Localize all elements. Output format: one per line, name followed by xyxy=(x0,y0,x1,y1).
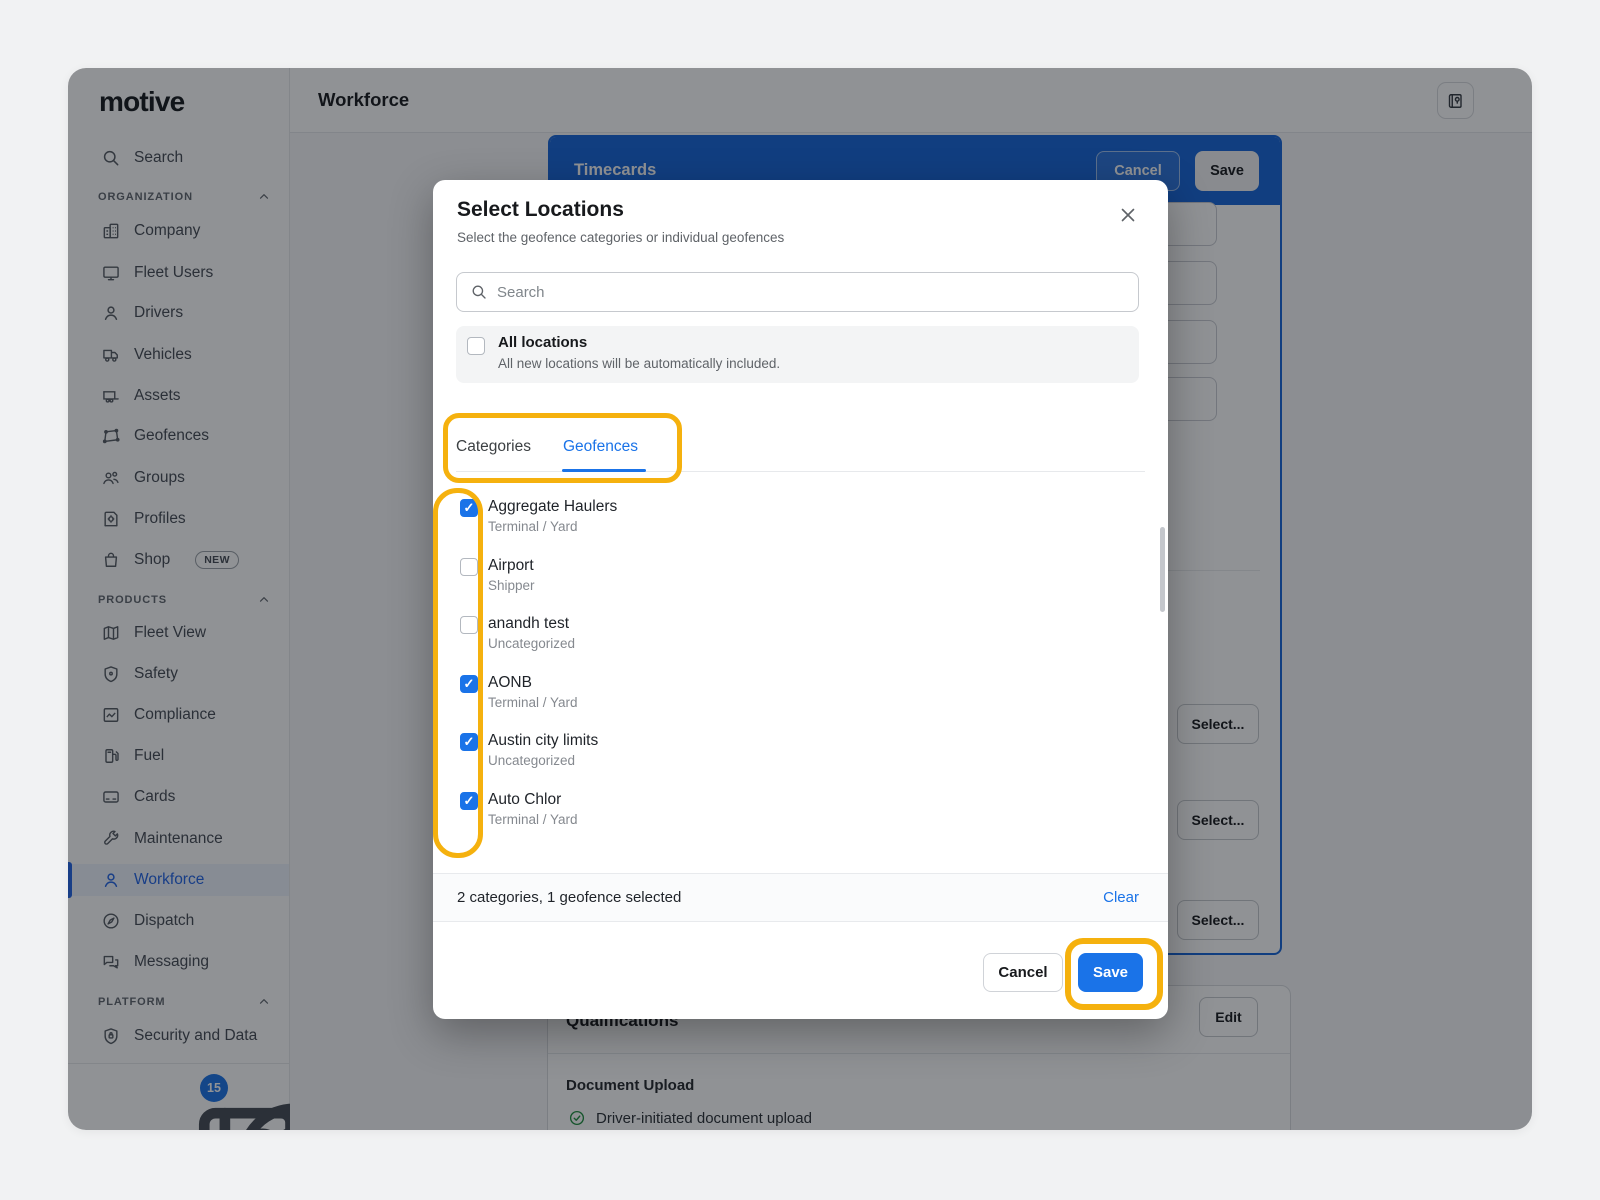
modal-title: Select Locations xyxy=(457,198,624,222)
modal-subtitle: Select the geofence categories or indivi… xyxy=(457,230,784,245)
geofence-category: Terminal / Yard xyxy=(488,812,578,827)
geofence-row[interactable]: ✓ Aggregate Haulers Terminal / Yard xyxy=(433,498,1133,546)
modal-list-scrollbar[interactable] xyxy=(1160,527,1165,612)
geofence-name: AONB xyxy=(488,674,532,692)
all-locations-description: All new locations will be automatically … xyxy=(498,356,780,371)
geofence-search-input[interactable] xyxy=(497,274,1127,310)
all-locations-label: All locations xyxy=(498,334,587,351)
geofence-category: Terminal / Yard xyxy=(488,695,578,710)
geofence-category: Terminal / Yard xyxy=(488,519,578,534)
clear-link[interactable]: Clear xyxy=(1103,889,1139,906)
geofence-row[interactable]: ✓ Auto Chlor Terminal / Yard xyxy=(433,791,1133,839)
geofence-row[interactable]: ✓ anandh test Uncategorized xyxy=(433,615,1133,663)
close-icon[interactable] xyxy=(1117,204,1139,226)
geofence-category: Uncategorized xyxy=(488,636,575,651)
all-locations-option[interactable]: ✓ All locations All new locations will b… xyxy=(456,326,1139,383)
geofence-checkbox[interactable]: ✓ xyxy=(460,616,478,634)
tab-categories[interactable]: Categories xyxy=(456,438,531,456)
geofence-category: Shipper xyxy=(488,578,535,593)
geofence-checkbox[interactable]: ✓ xyxy=(460,733,478,751)
modal-save-button[interactable]: Save xyxy=(1078,953,1143,992)
modal-cancel-button[interactable]: Cancel xyxy=(983,953,1063,992)
screen: motive Search ORGANIZATION Company Fleet… xyxy=(0,0,1600,1200)
geofence-name: Airport xyxy=(488,557,534,575)
select-locations-modal: Select Locations Select the geofence cat… xyxy=(433,180,1168,1019)
modal-tabs: Categories Geofences xyxy=(456,430,1145,472)
geofence-row[interactable]: ✓ AONB Terminal / Yard xyxy=(433,674,1133,722)
selection-summary-bar: 2 categories, 1 geofence selected Clear xyxy=(433,873,1168,922)
selection-summary: 2 categories, 1 geofence selected xyxy=(457,889,681,906)
geofence-row[interactable]: ✓ Airport Shipper xyxy=(433,557,1133,605)
magnifier-icon xyxy=(470,283,488,301)
geofence-row[interactable]: ✓ Austin city limits Uncategorized xyxy=(433,732,1133,780)
geofence-checkbox[interactable]: ✓ xyxy=(460,675,478,693)
tab-geofences[interactable]: Geofences xyxy=(563,438,638,456)
geofence-checkbox[interactable]: ✓ xyxy=(460,792,478,810)
geofence-name: Auto Chlor xyxy=(488,791,561,809)
geofence-name: Austin city limits xyxy=(488,732,598,750)
geofence-category: Uncategorized xyxy=(488,753,575,768)
all-locations-checkbox[interactable]: ✓ xyxy=(467,337,485,355)
geofence-name: Aggregate Haulers xyxy=(488,498,617,516)
geofence-checkbox[interactable]: ✓ xyxy=(460,558,478,576)
geofence-name: anandh test xyxy=(488,615,569,633)
geofence-checkbox[interactable]: ✓ xyxy=(460,499,478,517)
active-tab-underline xyxy=(562,469,646,472)
geofence-search-box xyxy=(456,272,1139,312)
